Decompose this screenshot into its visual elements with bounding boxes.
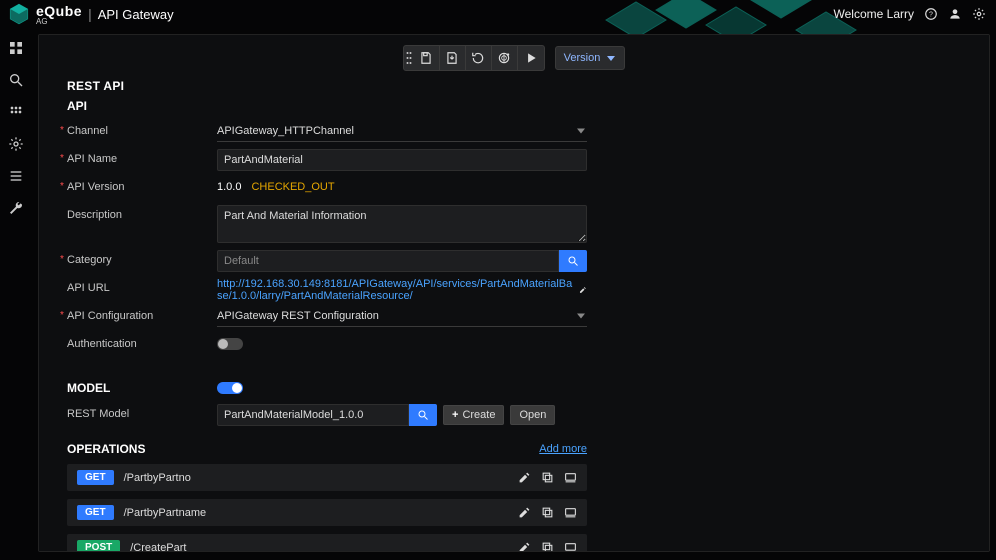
- help-icon[interactable]: ?: [924, 7, 938, 21]
- operations-list: GET/PartbyPartnoGET/PartbyPartnamePOST/C…: [67, 464, 587, 552]
- api-url-label: API URL: [67, 278, 217, 294]
- preview-icon[interactable]: [564, 541, 577, 552]
- preview-icon[interactable]: [564, 506, 577, 519]
- model-toggle[interactable]: [217, 382, 243, 394]
- settings-icon[interactable]: [972, 7, 986, 21]
- copy-icon[interactable]: [541, 541, 554, 552]
- chevron-down-icon: [606, 53, 616, 63]
- header-right: Welcome Larry ?: [834, 7, 986, 21]
- category-input[interactable]: [217, 250, 559, 272]
- list-icon[interactable]: [8, 168, 24, 184]
- gear-icon[interactable]: [8, 136, 24, 152]
- drag-handle-icon[interactable]: [404, 46, 414, 70]
- description-label: Description: [67, 205, 217, 221]
- api-config-label: API Configuration: [67, 306, 217, 322]
- operation-row[interactable]: POST/CreatePart: [67, 534, 587, 552]
- app-header: eQube AG | API Gateway Welcome Larry ?: [0, 0, 996, 28]
- section-model-heading: MODEL: [67, 381, 110, 395]
- search-icon: [417, 409, 429, 421]
- edit-icon[interactable]: [518, 471, 531, 484]
- authentication-label: Authentication: [67, 334, 217, 350]
- content-panel: Version REST API API Channel APIGateway_…: [38, 34, 990, 552]
- rest-model-label: REST Model: [67, 404, 217, 420]
- api-version-value: 1.0.0: [217, 181, 241, 193]
- preview-icon[interactable]: [564, 471, 577, 484]
- category-search-button[interactable]: [559, 250, 587, 272]
- channel-label: Channel: [67, 121, 217, 137]
- create-model-button[interactable]: +Create: [443, 405, 504, 425]
- play-button[interactable]: [518, 46, 544, 70]
- version-label: Version: [564, 52, 601, 64]
- authentication-toggle[interactable]: [217, 338, 243, 350]
- brand-separator: |: [88, 6, 92, 22]
- api-name-label: API Name: [67, 149, 217, 165]
- welcome-text: Welcome Larry: [834, 7, 914, 21]
- api-version-label: API Version: [67, 177, 217, 193]
- brand-logo-icon: [8, 3, 30, 25]
- api-config-select[interactable]: APIGateway REST Configuration: [217, 306, 587, 327]
- operation-path: /CreatePart: [130, 542, 508, 553]
- description-textarea[interactable]: Part And Material Information: [217, 205, 587, 243]
- apps-icon[interactable]: [8, 104, 24, 120]
- http-method-badge: POST: [77, 540, 120, 552]
- operation-path: /PartbyPartname: [124, 507, 508, 519]
- user-icon[interactable]: [948, 7, 962, 21]
- operation-path: /PartbyPartno: [124, 472, 508, 484]
- wrench-icon[interactable]: [8, 200, 24, 216]
- operation-row[interactable]: GET/PartbyPartname: [67, 499, 587, 526]
- rest-model-search-button[interactable]: [409, 404, 437, 426]
- page-toolbar: Version: [67, 45, 961, 71]
- app-title: API Gateway: [98, 7, 174, 22]
- edit-icon[interactable]: [518, 541, 531, 552]
- export-button[interactable]: [440, 46, 466, 70]
- publish-button[interactable]: [492, 46, 518, 70]
- api-name-input[interactable]: [217, 149, 587, 171]
- channel-select[interactable]: APIGateway_HTTPChannel: [217, 121, 587, 142]
- api-url-link[interactable]: http://192.168.30.149:8181/APIGateway/AP…: [217, 278, 573, 302]
- dashboard-icon[interactable]: [8, 40, 24, 56]
- revert-button[interactable]: [466, 46, 492, 70]
- category-label: Category: [67, 250, 217, 266]
- rest-model-input[interactable]: [217, 404, 409, 426]
- section-operations-heading: OPERATIONS: [67, 442, 145, 456]
- save-button[interactable]: [414, 46, 440, 70]
- section-api-heading: API: [67, 99, 961, 113]
- search-icon: [567, 255, 579, 267]
- open-model-button[interactable]: Open: [510, 405, 555, 425]
- api-form: Channel APIGateway_HTTPChannel API Name …: [67, 121, 587, 552]
- edit-icon[interactable]: [518, 506, 531, 519]
- api-version-status: CHECKED_OUT: [251, 181, 334, 193]
- toolbar-cluster: [403, 45, 545, 71]
- search-icon[interactable]: [8, 72, 24, 88]
- add-more-link[interactable]: Add more: [539, 443, 587, 455]
- left-nav: [0, 28, 32, 560]
- copy-icon[interactable]: [541, 506, 554, 519]
- http-method-badge: GET: [77, 505, 114, 520]
- brand: eQube AG: [8, 3, 82, 26]
- copy-icon[interactable]: [541, 471, 554, 484]
- operation-row[interactable]: GET/PartbyPartno: [67, 464, 587, 491]
- version-dropdown[interactable]: Version: [555, 46, 626, 70]
- http-method-badge: GET: [77, 470, 114, 485]
- content-frame: Version REST API API Channel APIGateway_…: [32, 28, 996, 560]
- page-title: REST API: [67, 79, 961, 93]
- svg-text:?: ?: [929, 11, 933, 18]
- edit-url-icon[interactable]: [579, 284, 587, 296]
